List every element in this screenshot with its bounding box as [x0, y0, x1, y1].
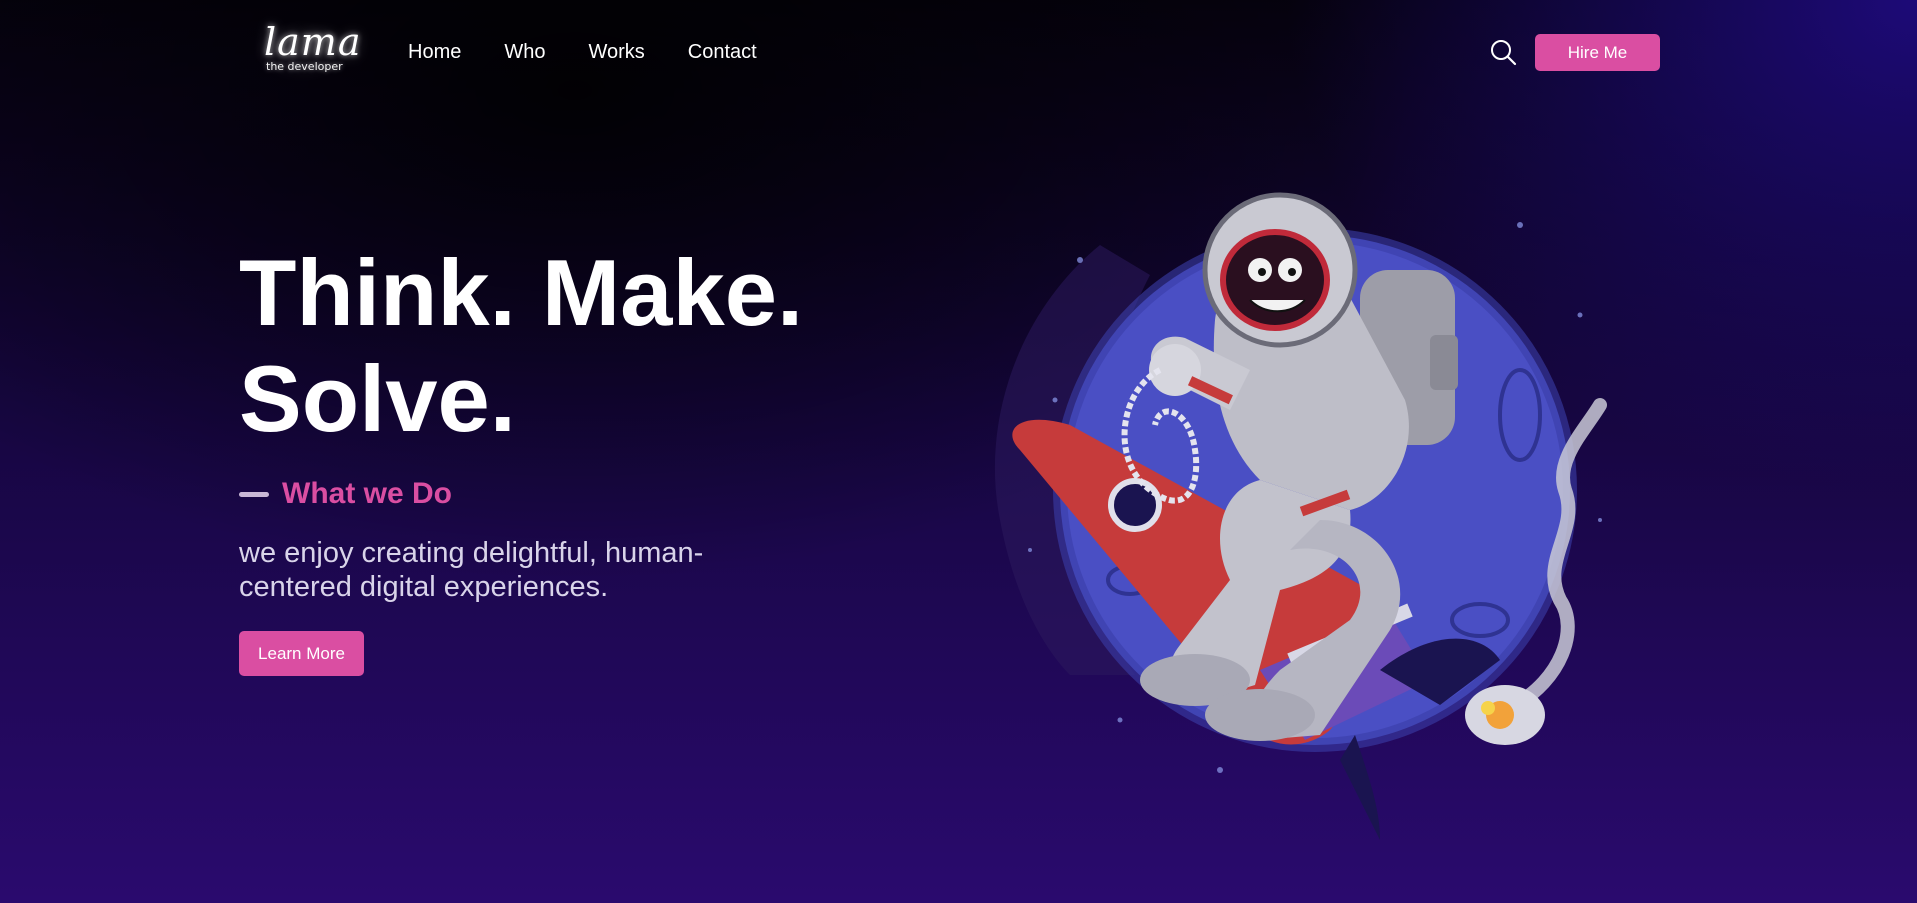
hero-headline: Think. Make. Solve.: [239, 240, 859, 452]
hero-text: Think. Make. Solve. What we Do we enjoy …: [239, 240, 859, 676]
hero-description: we enjoy creating delightful, human-cent…: [239, 537, 704, 603]
logo[interactable]: lama the developer: [254, 20, 361, 82]
nav-link-works[interactable]: Works: [588, 40, 644, 64]
hire-me-button[interactable]: Hire Me: [1535, 34, 1660, 71]
nav-link-who[interactable]: Who: [504, 40, 545, 64]
top-navbar: lama the developer Home Who Works Contac…: [0, 0, 1917, 104]
logo-wordmark: lama: [264, 20, 362, 64]
landing-page: lama the developer Home Who Works Contac…: [0, 0, 1917, 903]
nav-link-home[interactable]: Home: [408, 40, 461, 64]
hero-headline-line2: Solve.: [239, 346, 516, 451]
divider-line: [239, 491, 269, 497]
nav-links: Home Who Works Contact: [408, 40, 800, 64]
nav-link-contact[interactable]: Contact: [688, 40, 757, 64]
astronaut-rocket-illustration: [960, 160, 1640, 860]
section-label: What we Do: [239, 476, 452, 512]
learn-more-button[interactable]: Learn More: [239, 631, 364, 676]
logo-tagline: the developer: [266, 60, 343, 73]
search-icon[interactable]: [1489, 38, 1517, 66]
hero-headline-line1: Think. Make.: [239, 240, 804, 345]
what-we-do-heading: What we Do: [282, 477, 452, 510]
